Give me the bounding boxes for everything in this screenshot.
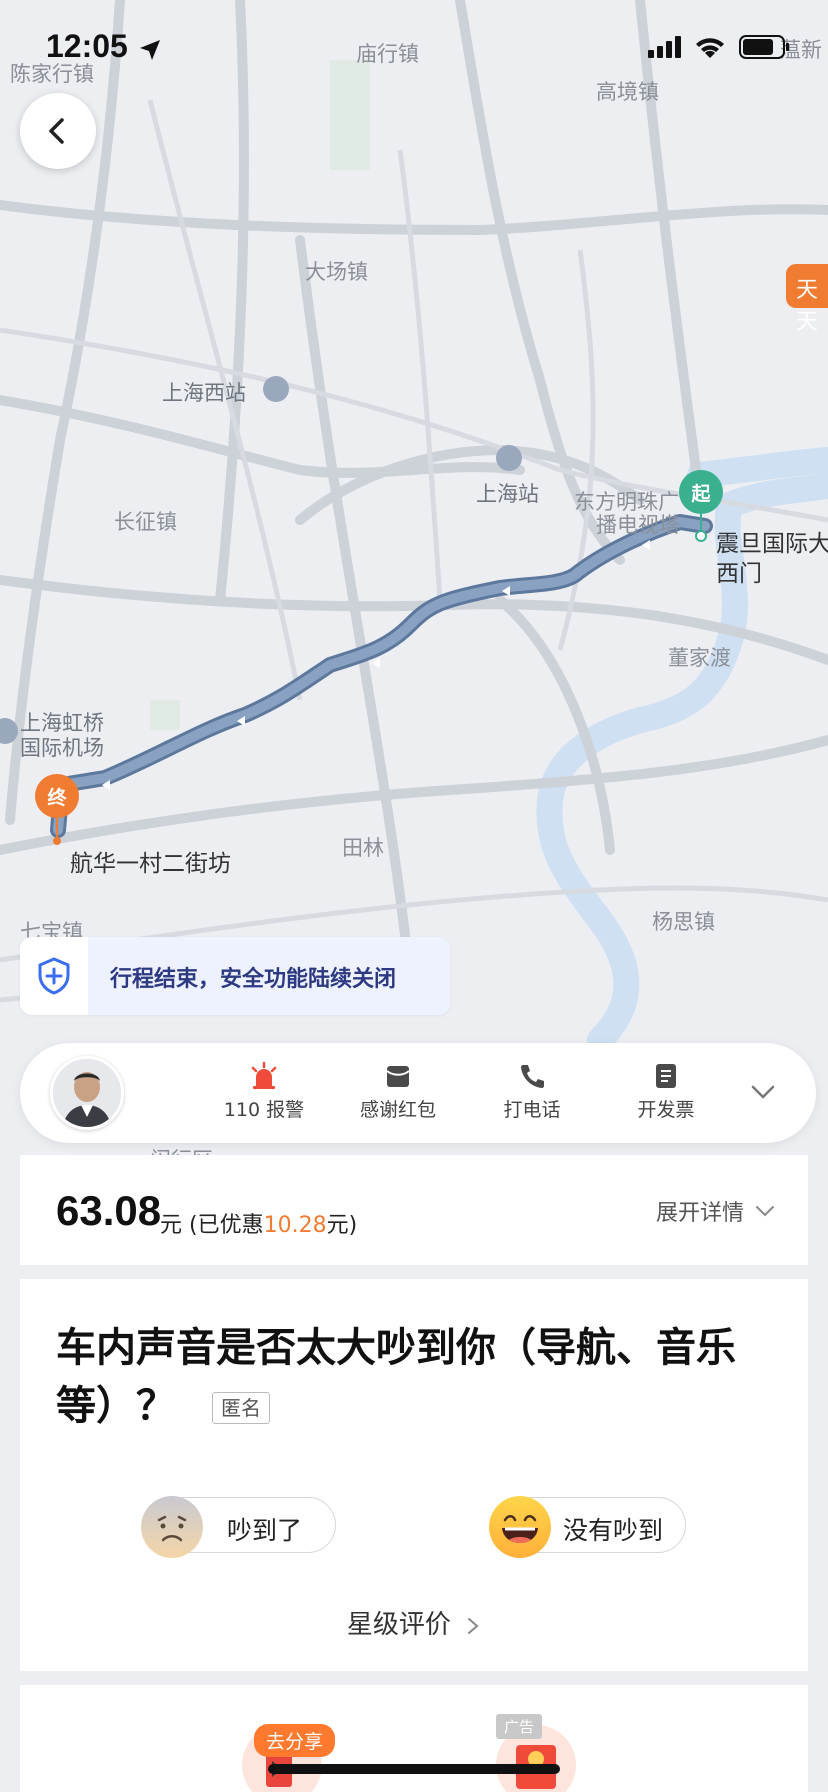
chevron-down-icon[interactable] [748,1077,778,1107]
invoice-button[interactable]: 开发票 [606,1061,726,1127]
survey-question: 车内声音是否太大吵到你（导航、音乐等）？ [56,1325,736,1429]
driver-action-bar: 110 报警 感谢红包 打电话 开发票 [20,1043,816,1143]
siren-icon [251,1061,277,1089]
fare-unit-prefix: 元 (已优惠 [160,1213,264,1238]
fare-amount: 63.08 [56,1187,162,1234]
laughing-face-icon [489,1496,551,1558]
map-label-start: 震旦国际大 [716,531,828,557]
map-label-station: 国际机场 [20,736,104,760]
back-button[interactable] [20,93,96,169]
fare-card: 63.08 元 (已优惠10.28元) 展开详情 [20,1155,808,1265]
alarm-110-label: 110 报警 [223,1099,305,1121]
map-label: 田林 [342,836,384,860]
chevron-left-icon [49,118,64,144]
safety-banner[interactable]: 行程结束，安全功能陆续关闭 [20,937,450,1015]
map-label: 播电视塔 [596,513,680,537]
call-driver-button[interactable]: 打电话 [472,1061,592,1127]
battery-icon [739,35,789,59]
fare-unit: 元 (已优惠10.28元) [160,1207,357,1239]
option-quiet-label: 没有吵到 [563,1516,664,1545]
invoice-icon [656,1064,676,1088]
promo-badge[interactable]: 天天 [786,264,828,335]
chevron-right-icon [468,1617,479,1634]
shield-icon-wrap [20,937,88,1015]
phone-icon [521,1065,544,1088]
option-quiet-button[interactable]: 没有吵到 [489,1496,686,1558]
thank-red-packet-label: 感谢红包 [359,1099,436,1121]
fare-unit-suffix: 元) [326,1213,358,1238]
expand-details-button[interactable]: 展开详情 [656,1195,776,1227]
status-time: 12:05 [46,28,128,64]
option-noisy-button[interactable]: 吵到了 [141,1496,336,1558]
map-label: 杨思镇 [652,910,715,934]
start-pin-bubble: 起 [679,470,723,514]
home-indicator [268,1764,560,1774]
survey-question-wrap: 车内声音是否太大吵到你（导航、音乐等）？ 匿名 [56,1319,776,1435]
map-label-station: 上海西站 [162,381,246,405]
end-pin-bubble: 终 [35,774,79,818]
star-rating-link[interactable]: 星级评价 [20,1604,808,1641]
noise-survey-card: 车内声音是否太大吵到你（导航、音乐等）？ 匿名 吵到了 没有吵到 星级评价 [20,1279,808,1671]
anonymous-tag: 匿名 [212,1392,270,1424]
map-label: 长征镇 [114,510,177,534]
map-label: 董家渡 [668,646,731,670]
share-card [20,1685,808,1792]
shield-plus-icon [38,957,70,995]
safety-banner-text: 行程结束，安全功能陆续关闭 [110,967,397,992]
map-label-start: 西门 [716,561,762,587]
share-badge[interactable]: 去分享 [254,1724,336,1757]
start-pin: 起 [679,470,723,542]
expand-details-label: 展开详情 [655,1201,744,1226]
map-label-station: 上海站 [476,482,539,506]
driver-avatar[interactable] [50,1056,124,1130]
thank-red-packet-button[interactable]: 感谢红包 [338,1061,458,1127]
ad-tag: 广告 [496,1714,543,1739]
call-driver-label: 打电话 [503,1099,561,1121]
signal-icon [648,36,681,58]
alarm-110-button[interactable]: 110 报警 [204,1061,324,1127]
end-pin: 终 [35,774,79,845]
promo-badge-label: 天天 [796,278,819,335]
location-arrow-icon [140,40,160,60]
status-icons [648,35,789,59]
driver-photo [53,1059,121,1127]
wifi-icon [696,38,724,58]
red-packet-icon [386,1066,410,1087]
map-label-destination: 航华一村二街坊 [70,851,231,877]
status-bar: 12:05 [0,0,828,96]
map-label: 大场镇 [305,260,368,284]
fare-discount: 10.28 [263,1213,327,1238]
invoice-label: 开发票 [637,1099,695,1121]
sad-face-icon [141,1496,203,1558]
option-noisy-label: 吵到了 [227,1516,303,1545]
chevron-down-icon [756,1206,774,1217]
star-rating-label: 星级评价 [346,1610,451,1640]
